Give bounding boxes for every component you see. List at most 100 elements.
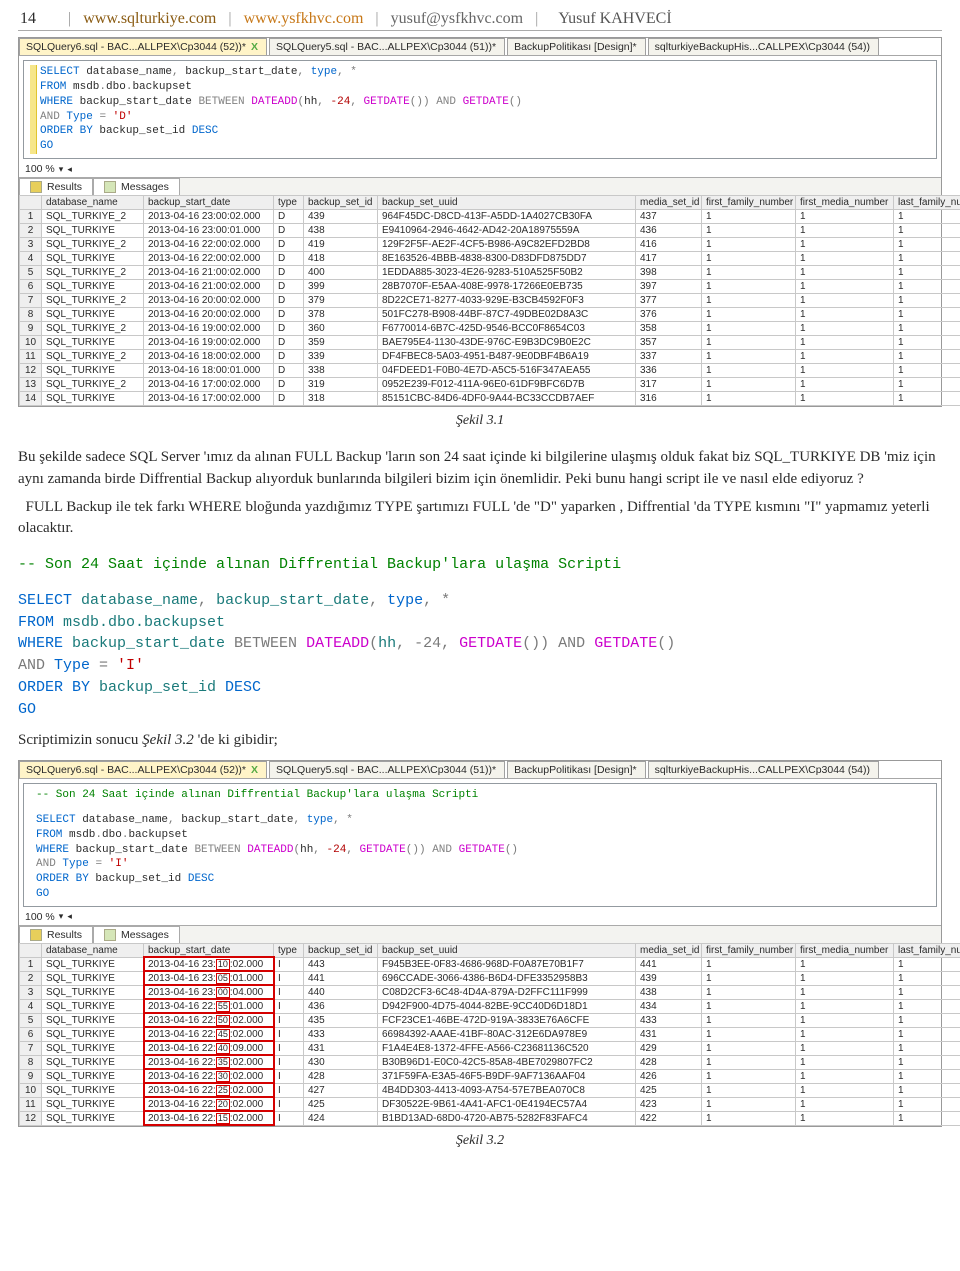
editor-tab[interactable]: SQLQuery6.sql - BAC...ALLPEX\Cp3044 (52)… (19, 38, 267, 55)
cell: D (274, 210, 304, 224)
editor-tab[interactable]: BackupPolitikası [Design]* (507, 761, 646, 778)
tab-results[interactable]: Results (19, 926, 93, 943)
body-para-3: Scriptimizin sonucu Şekil 3.2 'de ki gib… (18, 730, 942, 752)
result-grid-2[interactable]: database_namebackup_start_datetypebackup… (19, 943, 960, 1126)
table-row[interactable]: 3SQL_TURKIYE2013-04-16 23:00:04.000I440C… (20, 985, 960, 999)
cell: 435 (304, 1013, 378, 1027)
table-row[interactable]: 7SQL_TURKIYE2013-04-16 22:40:09.000I431F… (20, 1041, 960, 1055)
table-row[interactable]: 6SQL_TURKIYE2013-04-16 22:45:02.000I4336… (20, 1027, 960, 1041)
col-header[interactable]: first_media_number (796, 196, 894, 210)
table-row[interactable]: 14SQL_TURKIYE2013-04-16 17:00:02.000D318… (20, 392, 960, 406)
cell: 425 (636, 1083, 702, 1097)
editor-tab[interactable]: BackupPolitikası [Design]* (507, 38, 646, 55)
table-row[interactable]: 13SQL_TURKIYE_22013-04-16 17:00:02.000D3… (20, 378, 960, 392)
col-header[interactable]: backup_set_id (304, 196, 378, 210)
page-number: 14 (20, 10, 56, 28)
cell: SQL_TURKIYE (42, 252, 144, 266)
tab-messages[interactable]: Messages (93, 926, 180, 943)
cell: 422 (636, 1111, 702, 1125)
close-icon[interactable]: X (251, 41, 258, 53)
cell: 2013-04-16 22:25:02.000 (144, 1083, 274, 1097)
result-grid-1[interactable]: database_namebackup_start_datetypebackup… (19, 195, 960, 406)
cell: 377 (636, 294, 702, 308)
table-row[interactable]: 2SQL_TURKIYE2013-04-16 23:05:01.000I4416… (20, 971, 960, 985)
cell: 428 (636, 1055, 702, 1069)
col-header[interactable]: backup_set_uuid (378, 196, 636, 210)
cell: 417 (636, 252, 702, 266)
col-header[interactable]: backup_set_uuid (378, 943, 636, 957)
col-header[interactable]: media_set_id (636, 196, 702, 210)
cell: 1 (894, 1097, 960, 1111)
zoom-bar[interactable]: 100 % ▾ ◂ (19, 161, 941, 177)
editor-tab[interactable]: sqlturkiyeBackupHis...CALLPEX\Cp3044 (54… (648, 761, 879, 778)
table-row[interactable]: 9SQL_TURKIYE2013-04-16 22:30:02.000I4283… (20, 1069, 960, 1083)
table-row[interactable]: 5SQL_TURKIYE_22013-04-16 21:00:02.000D40… (20, 266, 960, 280)
close-icon[interactable]: X (251, 764, 258, 776)
cell: 1 (796, 1111, 894, 1125)
sql-line: FROM msdb.dbo.backupset (36, 828, 930, 843)
editor-tab[interactable]: sqlturkiyeBackupHis...CALLPEX\Cp3044 (54… (648, 38, 879, 55)
table-row[interactable]: 1SQL_TURKIYE_22013-04-16 23:00:02.000D43… (20, 210, 960, 224)
cell: 85151CBC-84D6-4DF0-9A44-BC33CCDB7AEF (378, 392, 636, 406)
editor-tab[interactable]: SQLQuery6.sql - BAC...ALLPEX\Cp3044 (52)… (19, 761, 267, 778)
tab-results[interactable]: Results (19, 178, 93, 195)
table-row[interactable]: 6SQL_TURKIYE2013-04-16 21:00:02.000D3992… (20, 280, 960, 294)
code-block: -- Son 24 Saat içinde alınan Diffrential… (18, 554, 942, 720)
cell: 1 (894, 1055, 960, 1069)
table-row[interactable]: 11SQL_TURKIYE2013-04-16 22:20:02.000I425… (20, 1097, 960, 1111)
table-row[interactable]: 9SQL_TURKIYE_22013-04-16 19:00:02.000D36… (20, 322, 960, 336)
cell: 398 (636, 266, 702, 280)
table-row[interactable]: 8SQL_TURKIYE2013-04-16 20:00:02.000D3785… (20, 308, 960, 322)
col-header[interactable]: database_name (42, 196, 144, 210)
table-row[interactable]: 5SQL_TURKIYE2013-04-16 22:50:02.000I435F… (20, 1013, 960, 1027)
col-header[interactable]: backup_start_date (144, 943, 274, 957)
cell: 439 (636, 971, 702, 985)
zoom-bar-2[interactable]: 100 % ▾ ◂ (19, 909, 941, 925)
cell: 2013-04-16 17:00:02.000 (144, 378, 274, 392)
col-header[interactable]: type (274, 943, 304, 957)
cell: 441 (636, 957, 702, 971)
table-row[interactable]: 12SQL_TURKIYE2013-04-16 22:15:02.000I424… (20, 1111, 960, 1125)
cell: 429 (636, 1041, 702, 1055)
tab-messages[interactable]: Messages (93, 178, 180, 195)
table-row[interactable]: 10SQL_TURKIYE2013-04-16 22:25:02.000I427… (20, 1083, 960, 1097)
col-header[interactable]: type (274, 196, 304, 210)
cell: 1 (894, 266, 960, 280)
table-row[interactable]: 11SQL_TURKIYE_22013-04-16 18:00:02.000D3… (20, 350, 960, 364)
table-row[interactable]: 4SQL_TURKIYE2013-04-16 22:00:02.000D4188… (20, 252, 960, 266)
link-sqlturkiye[interactable]: www.sqlturkiye.com (83, 10, 216, 28)
editor-tab[interactable]: SQLQuery5.sql - BAC...ALLPEX\Cp3044 (51)… (269, 761, 505, 778)
table-row[interactable]: 8SQL_TURKIYE2013-04-16 22:35:02.000I430B… (20, 1055, 960, 1069)
table-row[interactable]: 2SQL_TURKIYE2013-04-16 23:00:01.000D438E… (20, 224, 960, 238)
col-header[interactable]: database_name (42, 943, 144, 957)
cell: 2013-04-16 22:40:09.000 (144, 1041, 274, 1055)
body-para-1: Bu şekilde sadece SQL Server 'ımız da al… (18, 447, 942, 491)
cell: E9410964-2946-4642-AD42-20A18975559A (378, 224, 636, 238)
table-row[interactable]: 4SQL_TURKIYE2013-04-16 22:55:01.000I436D… (20, 999, 960, 1013)
link-ysfkhvc[interactable]: www.ysfkhvc.com (244, 10, 364, 28)
cell: 1 (894, 294, 960, 308)
cell: 439 (304, 210, 378, 224)
table-row[interactable]: 1SQL_TURKIYE2013-04-16 23:10:02.000I443F… (20, 957, 960, 971)
header-email: yusuf@ysfkhvc.com (391, 10, 524, 28)
col-header[interactable]: backup_start_date (144, 196, 274, 210)
col-header[interactable]: media_set_id (636, 943, 702, 957)
col-header[interactable]: first_family_number (702, 943, 796, 957)
col-header[interactable]: first_media_number (796, 943, 894, 957)
table-row[interactable]: 12SQL_TURKIYE2013-04-16 18:00:01.000D338… (20, 364, 960, 378)
col-header[interactable]: last_family_number (894, 196, 960, 210)
cell: SQL_TURKIYE (42, 364, 144, 378)
cell: 1 (796, 1027, 894, 1041)
cell: 1 (894, 999, 960, 1013)
col-header[interactable]: last_family_number (894, 943, 960, 957)
table-row[interactable]: 7SQL_TURKIYE_22013-04-16 20:00:02.000D37… (20, 294, 960, 308)
col-header[interactable]: first_family_number (702, 196, 796, 210)
cell: 426 (636, 1069, 702, 1083)
editor-tab[interactable]: SQLQuery5.sql - BAC...ALLPEX\Cp3044 (51)… (269, 38, 505, 55)
table-row[interactable]: 10SQL_TURKIYE2013-04-16 19:00:02.000D359… (20, 336, 960, 350)
table-row[interactable]: 3SQL_TURKIYE_22013-04-16 22:00:02.000D41… (20, 238, 960, 252)
cell: 1 (796, 308, 894, 322)
cell: 397 (636, 280, 702, 294)
cell: 1 (702, 957, 796, 971)
col-header[interactable]: backup_set_id (304, 943, 378, 957)
